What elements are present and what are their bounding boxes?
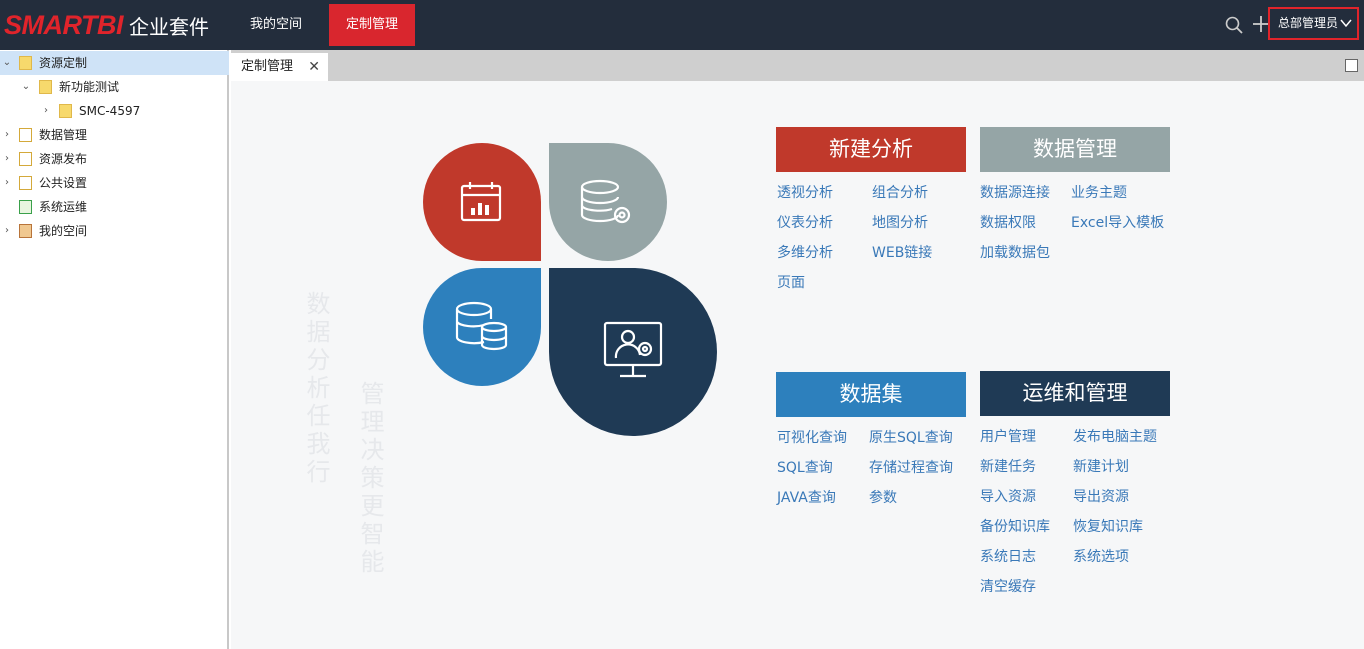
suite-name: 企业套件	[129, 14, 210, 39]
watermark-text: 数据分析任我行	[302, 291, 330, 487]
new-analysis-button[interactable]: 新建分析	[776, 127, 966, 172]
tree-item-label: 我的空间	[39, 224, 88, 238]
maintenance-icon	[19, 200, 32, 214]
link-restore-repository[interactable]: 恢复知识库	[1073, 516, 1143, 536]
resource-tree: ⌄ 资源定制 ⌄ 新功能测试 › SMC-4597 › 数据管理 › 资源发布 …	[0, 50, 229, 649]
link-excel-import-template[interactable]: Excel导入模板	[1071, 212, 1164, 232]
tree-item-new-feature-test[interactable]: ⌄ 新功能测试	[0, 75, 229, 99]
brand-name: SMARTBI	[4, 9, 124, 40]
ops-management-button[interactable]: 运维和管理	[980, 371, 1170, 416]
link-visual-query[interactable]: 可视化查询	[777, 427, 847, 447]
top-bar: SMARTBI 企业套件 我的空间 定制管理 总部管理员	[0, 0, 1364, 50]
search-icon[interactable]	[1225, 16, 1243, 34]
new-analysis-petal[interactable]	[422, 142, 543, 263]
tree-item-label: 资源定制	[39, 56, 88, 70]
link-system-options[interactable]: 系统选项	[1073, 546, 1129, 566]
data-management-button[interactable]: 数据管理	[980, 127, 1170, 172]
user-name: 总部管理员	[1278, 16, 1339, 30]
ops-management-petal[interactable]	[548, 267, 718, 437]
link-system-log[interactable]: 系统日志	[980, 546, 1036, 566]
publish-icon	[19, 152, 32, 166]
tree-item-system-ops[interactable]: 系统运维	[0, 195, 229, 219]
link-java-query[interactable]: JAVA查询	[777, 487, 836, 507]
tree-item-resource-publish[interactable]: › 资源发布	[0, 147, 229, 171]
link-dashboard-analysis[interactable]: 仪表分析	[777, 212, 833, 232]
data-management-petal[interactable]	[548, 142, 669, 263]
user-space-icon	[19, 224, 32, 238]
dataset-button[interactable]: 数据集	[776, 372, 966, 417]
link-pivot-analysis[interactable]: 透视分析	[777, 182, 833, 202]
link-backup-repository[interactable]: 备份知识库	[980, 516, 1050, 536]
watermark-text: 管理决策更智能	[356, 381, 384, 577]
settings-icon	[19, 176, 32, 190]
link-publish-pc-theme[interactable]: 发布电脑主题	[1073, 426, 1157, 446]
user-menu[interactable]: 总部管理员	[1268, 7, 1359, 40]
link-native-sql-query[interactable]: 原生SQL查询	[869, 427, 953, 447]
tree-item-smc-4597[interactable]: › SMC-4597	[0, 99, 229, 123]
link-sql-query[interactable]: SQL查询	[777, 457, 833, 477]
tab-custom-management[interactable]: 定制管理	[329, 4, 415, 46]
link-new-task[interactable]: 新建任务	[980, 456, 1036, 476]
content-tab-strip: 定制管理 ✕	[231, 50, 1364, 81]
link-user-management[interactable]: 用户管理	[980, 426, 1036, 446]
chevron-down-icon	[1340, 19, 1352, 28]
link-stored-procedure-query[interactable]: 存储过程查询	[869, 457, 953, 477]
chevron-right-icon[interactable]: ›	[1, 171, 13, 195]
link-new-schedule[interactable]: 新建计划	[1073, 456, 1129, 476]
link-import-resource[interactable]: 导入资源	[980, 486, 1036, 506]
chevron-right-icon[interactable]: ›	[1, 147, 13, 171]
tree-item-label: 系统运维	[39, 200, 88, 214]
tree-item-label: 公共设置	[39, 176, 88, 190]
data-management-icon	[19, 128, 32, 142]
chevron-down-icon[interactable]: ⌄	[1, 51, 13, 75]
chevron-right-icon[interactable]: ›	[1, 123, 13, 147]
tree-item-label: 数据管理	[39, 128, 88, 142]
link-parameter[interactable]: 参数	[869, 487, 897, 507]
folder-icon	[39, 80, 52, 94]
link-web-link[interactable]: WEB链接	[872, 242, 932, 262]
dataset-petal[interactable]	[422, 267, 543, 388]
link-combo-analysis[interactable]: 组合分析	[872, 182, 928, 202]
link-olap-analysis[interactable]: 多维分析	[777, 242, 833, 262]
tab-label: 定制管理	[241, 59, 294, 74]
close-icon[interactable]: ✕	[308, 53, 320, 81]
link-page[interactable]: 页面	[777, 272, 805, 292]
tab-my-space[interactable]: 我的空间	[236, 4, 316, 46]
custom-management-panel: 数据分析任我行 管理决策更智能 新建分析 透视分析 组合分析 仪表分析 地图分析…	[231, 81, 1364, 649]
maximize-icon[interactable]	[1345, 59, 1358, 72]
folder-icon	[59, 104, 72, 118]
link-data-permission[interactable]: 数据权限	[980, 212, 1036, 232]
chevron-right-icon[interactable]: ›	[40, 99, 52, 123]
tree-item-label: SMC-4597	[79, 104, 141, 118]
tree-item-label: 新功能测试	[59, 80, 120, 94]
tree-item-public-settings[interactable]: › 公共设置	[0, 171, 229, 195]
link-datasource-connection[interactable]: 数据源连接	[980, 182, 1050, 202]
tree-item-my-space[interactable]: › 我的空间	[0, 219, 229, 243]
chevron-down-icon[interactable]: ⌄	[20, 75, 32, 99]
link-load-data-package[interactable]: 加载数据包	[980, 242, 1050, 262]
link-map-analysis[interactable]: 地图分析	[872, 212, 928, 232]
tree-item-resource-custom[interactable]: ⌄ 资源定制	[0, 51, 229, 75]
link-clear-cache[interactable]: 清空缓存	[980, 576, 1036, 596]
tree-item-label: 资源发布	[39, 152, 88, 166]
link-export-resource[interactable]: 导出资源	[1073, 486, 1129, 506]
logo: SMARTBI 企业套件	[4, 8, 209, 42]
tab-custom-management-content[interactable]: 定制管理 ✕	[231, 53, 328, 81]
link-business-theme[interactable]: 业务主题	[1071, 182, 1127, 202]
chevron-right-icon[interactable]: ›	[1, 219, 13, 243]
folder-icon	[19, 56, 32, 70]
tree-item-data-management[interactable]: › 数据管理	[0, 123, 229, 147]
